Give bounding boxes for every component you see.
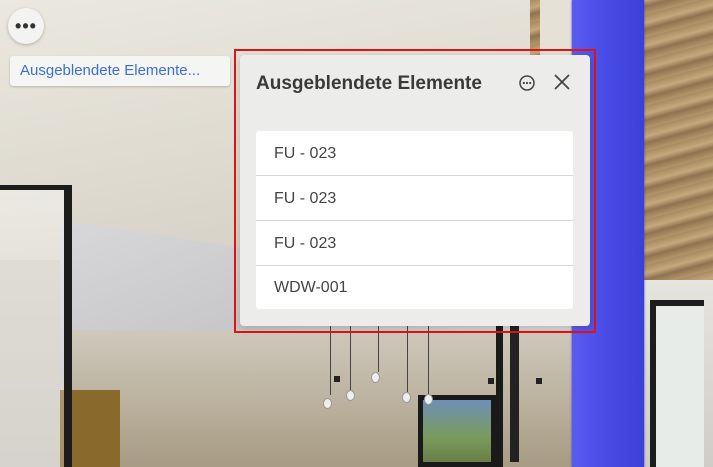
pendant-lamp bbox=[323, 398, 332, 409]
ceiling-spot bbox=[334, 376, 340, 382]
list-item[interactable]: FU - 023 bbox=[256, 221, 573, 266]
window-frame bbox=[650, 300, 704, 467]
more-horizontal-icon: ••• bbox=[15, 16, 37, 36]
more-circle-icon[interactable] bbox=[518, 74, 536, 92]
window-frame bbox=[0, 185, 72, 467]
post bbox=[510, 320, 519, 462]
list-item[interactable]: FU - 023 bbox=[256, 176, 573, 221]
ceiling-spot bbox=[488, 378, 494, 384]
post bbox=[496, 325, 503, 467]
pendant-lamp bbox=[402, 392, 411, 403]
pendant-lamp bbox=[371, 372, 380, 383]
list-item[interactable]: WDW-001 bbox=[256, 266, 573, 309]
more-options-button[interactable]: ••• bbox=[8, 8, 44, 44]
close-icon[interactable] bbox=[552, 72, 572, 92]
hidden-elements-label: Ausgeblendete Elemente... bbox=[20, 62, 201, 79]
hidden-elements-list: FU - 023 FU - 023 FU - 023 WDW-001 bbox=[256, 131, 573, 309]
hidden-elements-button[interactable]: Ausgeblendete Elemente... bbox=[10, 56, 230, 86]
panel-title: Ausgeblendete Elemente bbox=[256, 73, 482, 94]
hidden-elements-panel: Ausgeblendete Elemente FU - 023 FU - 023… bbox=[240, 55, 590, 326]
glass-door bbox=[418, 395, 496, 467]
ceiling-spot bbox=[536, 378, 542, 384]
pendant-lamp bbox=[346, 390, 355, 401]
pendant-lamp bbox=[424, 394, 433, 405]
list-item[interactable]: FU - 023 bbox=[256, 131, 573, 176]
